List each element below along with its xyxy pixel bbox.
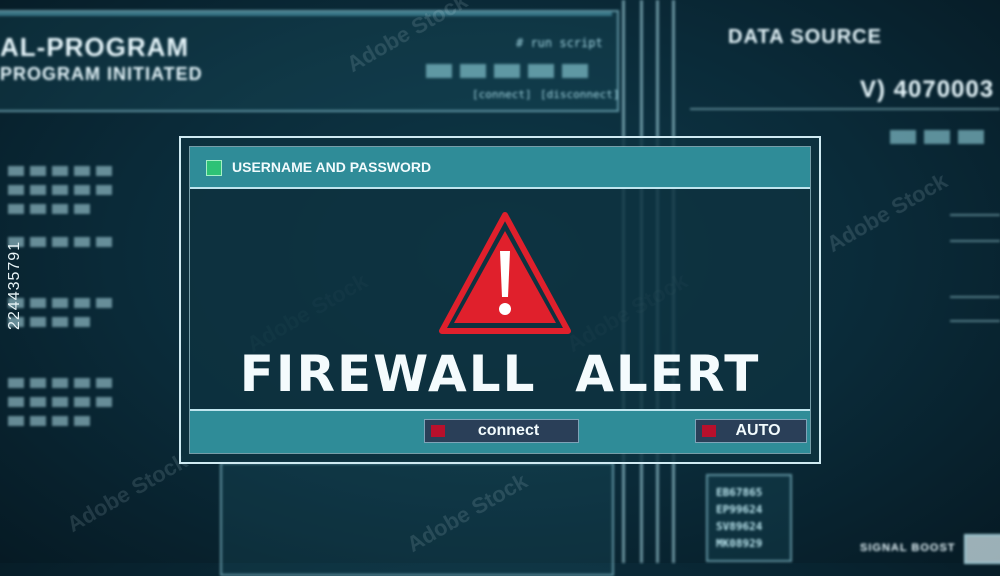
progress-blocks: [426, 64, 596, 83]
divider-line: [950, 214, 1000, 216]
alert-message: FIREWALL ALERT: [239, 345, 761, 403]
data-source-value: V) 4070003: [860, 76, 995, 103]
warning-triangle-icon: [439, 212, 571, 334]
watermark-text: Adobe Stock: [62, 448, 192, 538]
data-blocks: [890, 130, 992, 149]
program-title: AL-PROGRAM: [0, 32, 190, 62]
divider-line: [950, 320, 1000, 322]
code-grid-left: [8, 166, 158, 435]
auto-label: AUTO: [735, 422, 781, 439]
stock-id: 224435791: [6, 240, 23, 330]
program-panel-header: [0, 12, 612, 16]
code-item: MK08929: [716, 537, 763, 550]
data-source-title: DATA SOURCE: [728, 26, 882, 48]
dialog-action-bar: connect AUTO: [190, 409, 810, 453]
auto-button[interactable]: AUTO: [695, 419, 807, 443]
firewall-alert-dialog: USERNAME AND PASSWORD FIREWALL ALERT con…: [179, 136, 821, 464]
signal-box: [964, 534, 1000, 564]
connect-button[interactable]: connect: [424, 419, 579, 443]
bottom-panel: [220, 462, 614, 576]
run-script-label: # run script: [516, 36, 603, 50]
connect-link: [connect]: [472, 88, 532, 101]
signal-boost-label: SIGNAL BOOST: [860, 542, 956, 554]
code-item: EB67865: [716, 486, 763, 499]
divider-line: [950, 240, 1000, 242]
program-subtitle: PROGRAM INITIATED: [0, 64, 203, 84]
connect-label: connect: [477, 422, 540, 439]
status-led-icon: [206, 160, 222, 176]
code-item: SV89624: [716, 520, 763, 533]
dialog-title: USERNAME AND PASSWORD: [232, 159, 432, 175]
dialog-title-bar: USERNAME AND PASSWORD: [190, 147, 810, 189]
watermark-text: Adobe Stock: [822, 168, 952, 258]
disconnect-link: [disconnect]: [540, 88, 620, 101]
code-list: EB67865 EP99624 SV89624 MK08929: [716, 484, 762, 552]
divider-line: [690, 108, 1000, 110]
dialog-frame: USERNAME AND PASSWORD FIREWALL ALERT con…: [189, 146, 811, 454]
divider-line: [950, 296, 1000, 298]
code-item: EP99624: [716, 503, 763, 516]
